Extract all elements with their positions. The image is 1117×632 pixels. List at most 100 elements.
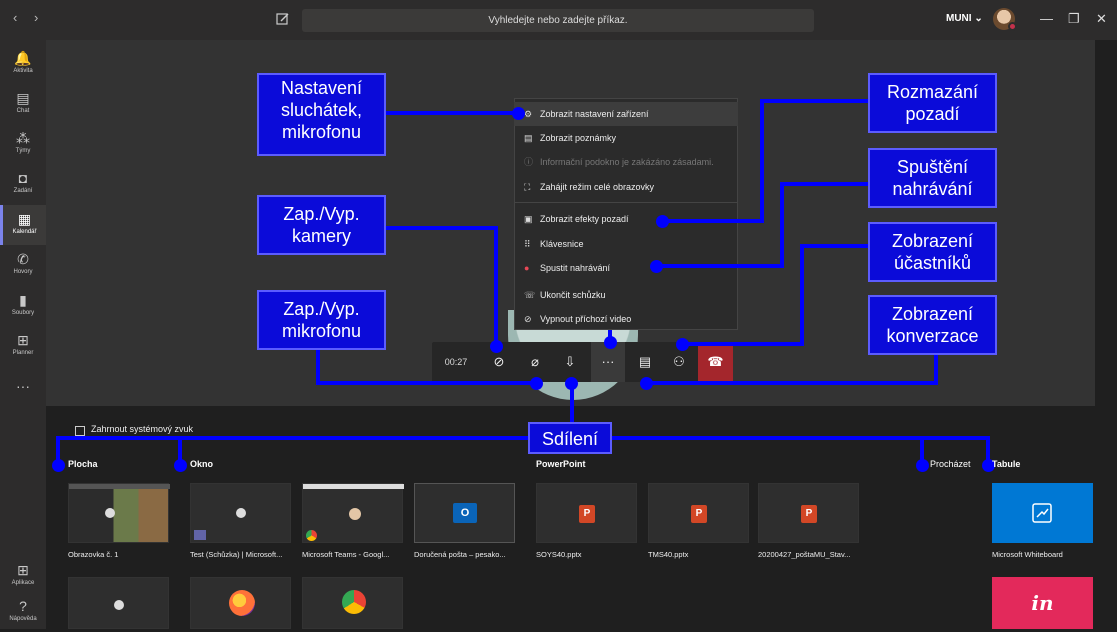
maximize-icon[interactable]: ❐ xyxy=(1068,11,1080,27)
connector-line xyxy=(570,384,574,424)
notes-icon: ▤ xyxy=(524,133,533,143)
menu-item-label: Informační podokno je zakázáno zásadami. xyxy=(540,157,714,167)
rail-item-apps[interactable]: ⊞ Aplikace xyxy=(0,556,46,596)
rail-item-files[interactable]: ▮ Soubory xyxy=(0,286,46,326)
thumb-caption: Test (Schůzka) | Microsoft... xyxy=(190,550,283,559)
callout-line: Zap./Vyp. xyxy=(283,299,360,319)
window-thumbnail[interactable] xyxy=(302,577,403,629)
callout-line: účastníků xyxy=(893,253,972,273)
forward-arrow-icon[interactable]: › xyxy=(34,10,38,25)
menu-item-label: Zobrazit poznámky xyxy=(540,133,617,143)
system-audio-checkbox[interactable] xyxy=(75,426,85,436)
connector-line xyxy=(800,244,804,346)
apps-icon: ⊞ xyxy=(17,562,29,578)
rail-label: Soubory xyxy=(11,310,35,316)
connector-line xyxy=(780,182,870,186)
presence-badge xyxy=(1008,22,1017,31)
menu-item-keypad[interactable]: ⠿ Klávesnice xyxy=(514,232,738,256)
ppt-file-thumbnail[interactable]: P xyxy=(648,483,749,543)
menu-item-end-meeting[interactable]: ☏ Ukončit schůzku xyxy=(514,283,738,307)
rail-label: Planner xyxy=(12,350,34,356)
connector-dot xyxy=(916,459,929,472)
section-desktop: Plocha xyxy=(68,459,98,469)
window-thumbnail[interactable]: O xyxy=(414,483,515,543)
thumb-caption: SOYS40.pptx xyxy=(536,550,582,559)
menu-item-device-settings[interactable]: ⚙ Zobrazit nastavení zařízení xyxy=(514,102,738,126)
gear-icon: ⚙ xyxy=(524,109,533,119)
browse-link[interactable]: Procházet xyxy=(930,459,971,469)
callout-line: Nastavení xyxy=(280,78,363,98)
connector-dot xyxy=(512,107,525,120)
share-button[interactable]: ⇩ xyxy=(553,342,587,382)
chat-button[interactable]: ▤ xyxy=(628,342,662,382)
callout-background-blur: Rozmazání pozadí xyxy=(868,73,997,133)
rail-item-chat[interactable]: ▤ Chat xyxy=(0,84,46,124)
calendar-icon: ▦ xyxy=(17,211,32,227)
connector-dot xyxy=(490,340,503,353)
menu-item-start-recording[interactable]: ● Spustit nahrávání xyxy=(514,256,738,280)
callout-line: mikrofonu xyxy=(281,321,362,341)
callout-line: Spuštění xyxy=(896,157,969,177)
person-face xyxy=(349,508,361,520)
menu-divider xyxy=(514,202,738,203)
hangup-button[interactable]: ☎ xyxy=(698,342,733,382)
rail-label: Chat xyxy=(16,108,30,114)
planner-icon: ⊞ xyxy=(17,332,29,348)
rail-item-calls[interactable]: ✆ Hovory xyxy=(0,245,46,285)
menu-item-notes[interactable]: ▤ Zobrazit poznámky xyxy=(514,126,738,150)
connector-line xyxy=(760,99,764,223)
window-thumbnail[interactable] xyxy=(190,577,291,629)
menu-item-fullscreen[interactable]: ⛶ Zahájit režim celé obrazovky xyxy=(514,175,738,199)
compose-icon[interactable] xyxy=(275,11,291,27)
callout-line: Zobrazení xyxy=(891,231,974,251)
screen-dot xyxy=(105,508,115,518)
window-thumbnail[interactable] xyxy=(302,483,404,543)
close-icon[interactable]: ✕ xyxy=(1096,11,1107,27)
menu-item-label: Zahájit režim celé obrazovky xyxy=(540,182,655,192)
screen-thumbnail[interactable] xyxy=(68,577,169,629)
screen-thumbnail[interactable] xyxy=(68,483,170,543)
callout-line: Rozmazání xyxy=(886,82,979,102)
callout-headset-settings: Nastavení sluchátek, mikrofonu xyxy=(257,73,386,156)
connector-line xyxy=(316,350,320,384)
back-arrow-icon[interactable]: ‹ xyxy=(13,10,17,25)
info-icon: ⓘ xyxy=(524,157,534,167)
callout-sharing: Sdílení xyxy=(528,422,612,454)
section-powerpoint: PowerPoint xyxy=(536,459,586,469)
minimize-icon[interactable]: — xyxy=(1040,11,1053,26)
chat-icon: ▤ xyxy=(16,90,30,106)
org-switcher[interactable]: MUNI ⌄ xyxy=(946,13,983,24)
connector-dot xyxy=(604,336,617,349)
video-off-icon: ⊘ xyxy=(524,314,532,324)
window-thumbnail[interactable] xyxy=(190,483,291,543)
rail-more-button[interactable]: ··· xyxy=(0,372,46,412)
more-icon: ··· xyxy=(16,378,30,394)
connector-dot xyxy=(676,338,689,351)
thumb-titlebar xyxy=(69,484,170,489)
mic-toggle-button[interactable]: ⌀ xyxy=(518,342,552,382)
rail-item-planner[interactable]: ⊞ Planner xyxy=(0,326,46,366)
rail-item-assignments[interactable]: ◘ Zadání xyxy=(0,164,46,204)
menu-item-info-pane: ⓘ Informační podokno je zakázáno zásadami… xyxy=(514,150,738,174)
search-input[interactable]: Vyhledejte nebo zadejte příkaz. xyxy=(302,9,814,32)
connector-line xyxy=(645,381,938,385)
connector-line xyxy=(680,342,804,346)
callout-line: sluchátek, xyxy=(280,100,363,120)
rail-item-teams[interactable]: ⁂ Týmy xyxy=(0,124,46,164)
rail-item-help[interactable]: ? Nápověda xyxy=(0,592,46,632)
callout-start-recording: Spuštění nahrávání xyxy=(868,148,997,208)
rail-item-calendar[interactable]: ▦ Kalendář xyxy=(0,205,46,245)
menu-item-label: Spustit nahrávání xyxy=(540,263,611,273)
whiteboard-tile[interactable] xyxy=(992,483,1093,543)
ppt-file-thumbnail[interactable]: P xyxy=(536,483,637,543)
connector-dot xyxy=(174,459,187,472)
connector-dot xyxy=(530,377,543,390)
system-audio-label: Zahrnout systémový zvuk xyxy=(91,424,194,434)
ppt-file-thumbnail[interactable]: P xyxy=(758,483,859,543)
fullscreen-icon: ⛶ xyxy=(524,182,531,192)
callout-line: mikrofonu xyxy=(281,122,362,142)
menu-item-incoming-video-off[interactable]: ⊘ Vypnout příchozí video xyxy=(514,307,738,331)
rail-item-activity[interactable]: 🔔 Aktivita xyxy=(0,44,46,84)
rail-label: Kalendář xyxy=(12,229,37,235)
invision-tile[interactable]: in xyxy=(992,577,1093,629)
